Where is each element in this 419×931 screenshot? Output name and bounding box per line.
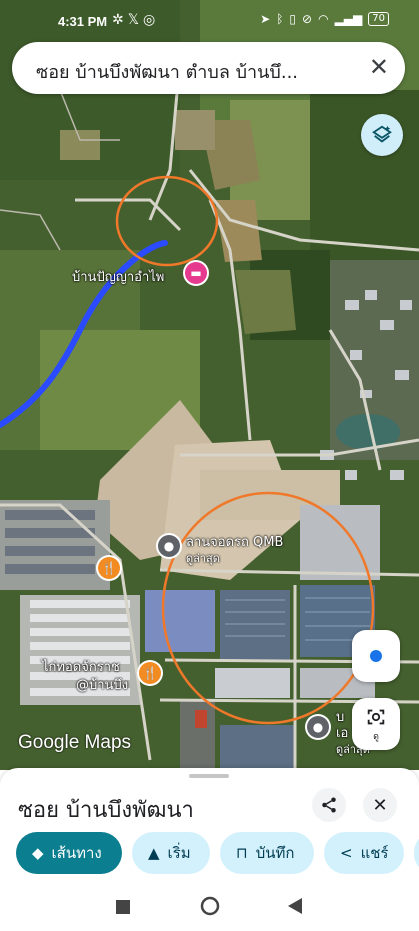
layers-icon (372, 125, 392, 143)
my-location-button[interactable] (352, 630, 400, 682)
lens-icon (367, 709, 385, 724)
place-sheet[interactable]: ซอย บ้านบึงพัฒนา ✕ ◆ เส้นทาง ▲ เริ่ม ⊓ บ… (0, 768, 419, 885)
bookmark-icon: ⊓ (236, 844, 248, 862)
google-logo: Google Maps (18, 732, 132, 753)
pin-icon[interactable]: ● (158, 535, 180, 557)
x-icon: 𝕏 (127, 12, 144, 28)
action-chips: ◆ เส้นทาง ▲ เริ่ม ⊓ บันทึก < แชร์ (16, 832, 419, 876)
search-query[interactable]: ซอย บ้านบึงพัฒนา ตำบล บ้านบึ... (36, 57, 298, 86)
pin-icon[interactable]: ● (307, 716, 329, 738)
close-sheet-button[interactable]: ✕ (363, 788, 397, 822)
status-right-icons: ➤ ᛒ ▯ ⊘ ◠ ▂▄▆ 70 (260, 12, 389, 26)
5g-signal-icon: ▂▄▆ (334, 12, 363, 26)
share-label: แชร์ (360, 844, 389, 862)
directions-button[interactable]: ◆ เส้นทาง (16, 832, 122, 874)
network-icon: ✲ (112, 12, 128, 28)
share-icon (322, 797, 336, 813)
recents-icon[interactable] (116, 899, 130, 918)
save-label: บันทึก (255, 844, 295, 862)
system-nav-bar (0, 885, 419, 931)
vibrate-icon: ▯ (289, 12, 297, 26)
mute-icon: ⊘ (302, 12, 313, 26)
start-label: เริ่ม (167, 844, 191, 862)
restaurant-icon[interactable]: 🍴 (98, 557, 120, 579)
directions-icon: ◆ (32, 844, 44, 862)
location-icon: ➤ (260, 12, 271, 26)
search-bar[interactable]: ซอย บ้านบึงพัฒนา ตำบล บ้านบึ... ✕ (12, 42, 405, 94)
start-button[interactable]: ▲ เริ่ม (132, 832, 210, 874)
status-bar: 4:31 PM ✲𝕏◎ ➤ ᛒ ▯ ⊘ ◠ ▂▄▆ 70 (0, 0, 419, 44)
back-icon[interactable] (288, 898, 302, 918)
my-location-icon (370, 650, 382, 662)
restaurant-icon[interactable]: 🍴 (139, 662, 161, 684)
directions-label: เส้นทาง (51, 844, 102, 862)
share-icon: < (340, 844, 353, 862)
navigation-icon: ▲ (148, 844, 160, 862)
close-icon[interactable]: ✕ (369, 53, 389, 81)
share-button[interactable] (312, 788, 346, 822)
share-chip-button[interactable]: < แชร์ (324, 832, 404, 874)
status-left-icons: ✲𝕏◎ (112, 12, 159, 28)
save-button[interactable]: ⊓ บันทึก (220, 832, 314, 874)
bluetooth-icon: ᛒ (276, 12, 284, 26)
sheet-drag-handle[interactable] (189, 774, 229, 778)
battery-indicator: 70 (368, 12, 389, 26)
hotel-icon[interactable]: ▬ (185, 262, 207, 284)
lens-button[interactable]: ดู (352, 698, 400, 750)
place-sublabel-parking: ดูล่าสุด (186, 552, 220, 565)
wifi-icon: ◠ (318, 12, 329, 26)
instagram-icon: ◎ (143, 12, 160, 28)
close-icon: ✕ (372, 794, 388, 816)
layers-button[interactable] (361, 114, 403, 156)
place-sublabel-restaurant: @บ้านบึง (76, 678, 129, 693)
home-icon[interactable] (200, 896, 220, 920)
status-time: 4:31 PM (58, 14, 108, 29)
place-label-hotel[interactable]: บ้านปัญญาอำไพ (72, 266, 164, 287)
lens-label: ดู (373, 731, 379, 742)
more-chip[interactable] (414, 832, 419, 874)
place-title: ซอย บ้านบึงพัฒนา (18, 798, 194, 823)
